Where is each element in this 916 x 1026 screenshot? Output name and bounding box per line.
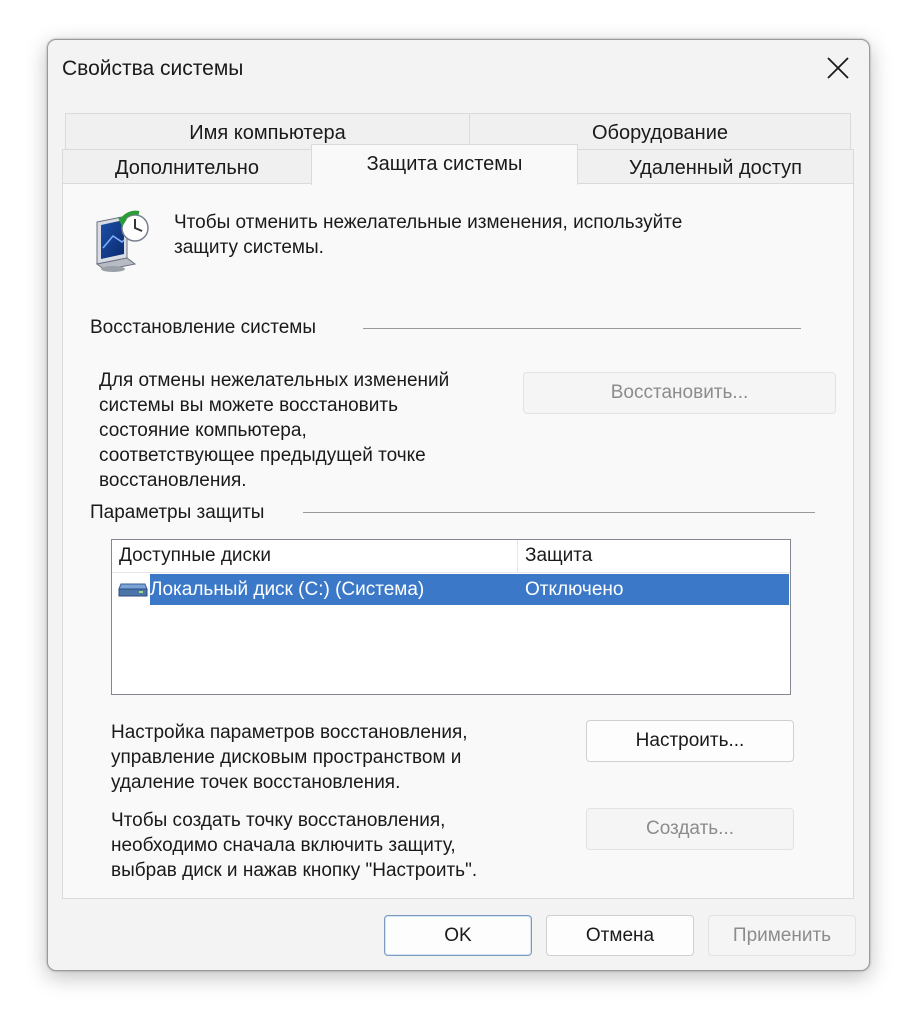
tab-label: Удаленный доступ	[629, 157, 802, 179]
drive-icon	[118, 583, 148, 597]
column-separator[interactable]	[517, 540, 518, 572]
system-restore-icon	[95, 210, 149, 272]
drives-list[interactable]: Доступные диски Защита Локальный диск (C…	[111, 539, 791, 695]
table-row[interactable]: Локальный диск (C:) (Система) Отключено	[150, 574, 789, 605]
column-header-protection[interactable]: Защита	[525, 540, 592, 572]
create-button[interactable]: Создать...	[586, 808, 794, 850]
restore-description: Для отмены нежелательных изменений систе…	[99, 370, 450, 491]
system-protection-panel: Чтобы отменить нежелательные изменения, …	[62, 183, 854, 899]
apply-button[interactable]: Применить	[708, 915, 856, 956]
list-header: Доступные диски Защита	[112, 540, 790, 573]
title-bar: Свойства системы	[48, 40, 869, 100]
ok-button[interactable]: OK	[384, 915, 532, 956]
system-properties-dialog: Свойства системы Имя компьютера Оборудов…	[47, 39, 870, 971]
tab-label: Дополнительно	[115, 157, 259, 179]
close-icon	[827, 57, 849, 79]
tab-remote[interactable]: Удаленный доступ	[577, 149, 854, 184]
intro-text: Чтобы отменить нежелательные изменения, …	[174, 212, 683, 258]
restore-button[interactable]: Восстановить...	[523, 372, 836, 414]
configure-button[interactable]: Настроить...	[586, 720, 794, 762]
create-description: Чтобы создать точку восстановления, необ…	[111, 810, 478, 881]
window-title: Свойства системы	[62, 57, 244, 80]
tab-advanced[interactable]: Дополнительно	[62, 149, 312, 184]
drive-name: Локальный диск (C:) (Система)	[150, 579, 425, 600]
configure-description: Настройка параметров восстановления, упр…	[111, 722, 468, 793]
close-button[interactable]	[805, 40, 869, 96]
tab-system-protection[interactable]: Защита системы	[311, 144, 578, 185]
protection-status: Отключено	[525, 579, 624, 600]
protection-heading: Параметры защиты	[90, 502, 265, 523]
tab-label: Защита системы	[366, 153, 523, 175]
cancel-button[interactable]: Отмена	[546, 915, 694, 956]
restore-divider	[363, 328, 801, 329]
protection-divider	[303, 512, 815, 513]
column-header-drives[interactable]: Доступные диски	[119, 540, 271, 572]
restore-heading: Восстановление системы	[90, 317, 317, 338]
